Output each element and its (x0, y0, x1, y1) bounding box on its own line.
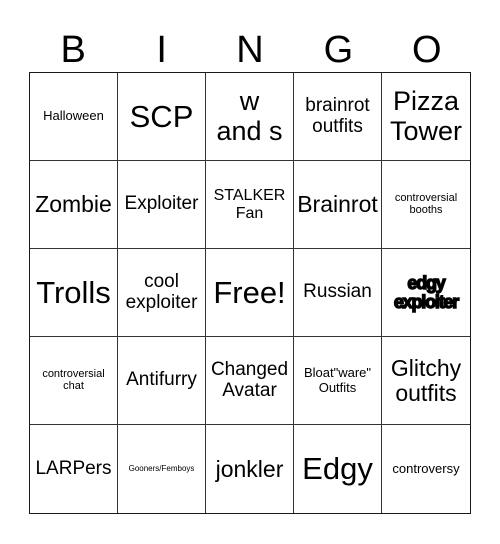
header-letter-n: N (236, 29, 264, 71)
bingo-header: B I N G O (29, 28, 471, 72)
header-letter-b: B (60, 29, 86, 71)
bingo-cell-i1[interactable]: SCP (118, 73, 206, 161)
cell-label: Changed Avatar (210, 358, 289, 401)
header-letter-i: I (156, 29, 167, 71)
header-letter-g: G (323, 29, 354, 71)
cell-label: Trolls (36, 274, 111, 310)
cell-label: Halloween (43, 108, 104, 124)
bingo-cell-i4[interactable]: Antifurry (118, 337, 206, 425)
cell-label: SCP (129, 98, 194, 134)
bingo-cell-n1[interactable]: w and s (206, 73, 294, 161)
bingo-cell-g1[interactable]: brainrot outfits (294, 73, 382, 161)
bingo-cell-b3[interactable]: Trolls (30, 249, 118, 337)
cell-label: LARPers (35, 457, 112, 479)
cell-label: Russian (303, 281, 372, 303)
bingo-cell-o4[interactable]: Glitchy outfits (382, 337, 470, 425)
cell-label: Antifurry (126, 369, 197, 391)
cell-label: controversial booths (394, 191, 458, 216)
cell-label: Gooners/Femboys (128, 463, 195, 473)
bingo-cell-o1[interactable]: Pizza Tower (382, 73, 470, 161)
bingo-cell-n2[interactable]: STALKER Fan (206, 161, 294, 249)
header-letter-o: O (412, 29, 442, 71)
cell-label: jonkler (215, 455, 284, 482)
bingo-cell-o3[interactable]: edgy exploiter (382, 249, 470, 337)
cell-label: Pizza Tower (389, 86, 463, 146)
bingo-cell-b2[interactable]: Zombie (30, 161, 118, 249)
bingo-cell-g3[interactable]: Russian (294, 249, 382, 337)
bingo-cell-i3[interactable]: cool exploiter (118, 249, 206, 337)
cell-label: w and s (216, 86, 283, 146)
bingo-cell-g2[interactable]: Brainrot (294, 161, 382, 249)
cell-label: STALKER Fan (213, 187, 286, 222)
free-space-label: Free! (213, 274, 286, 310)
cell-label: Brainrot (297, 191, 378, 218)
bingo-grid: Halloween SCP w and s brainrot outfits P… (29, 72, 471, 514)
bingo-cell-b4[interactable]: controversial chat (30, 337, 118, 425)
cell-label: Bloat"ware" Outfits (303, 365, 372, 395)
cell-label: controversial chat (42, 367, 105, 392)
bingo-cell-g5[interactable]: Edgy (294, 425, 382, 513)
cell-label: Exploiter (124, 193, 199, 215)
bingo-cell-i2[interactable]: Exploiter (118, 161, 206, 249)
bingo-cell-b5[interactable]: LARPers (30, 425, 118, 513)
cell-label: controversy (392, 460, 460, 476)
cell-label: cool exploiter (125, 270, 198, 313)
cell-label: Glitchy outfits (390, 354, 462, 406)
cell-label: Edgy (302, 451, 373, 487)
bingo-cell-o5[interactable]: controversy (382, 425, 470, 513)
bingo-cell-g4[interactable]: Bloat"ware" Outfits (294, 337, 382, 425)
cell-label: brainrot outfits (305, 94, 370, 137)
bingo-cell-n4[interactable]: Changed Avatar (206, 337, 294, 425)
bingo-cell-free[interactable]: Free! (206, 249, 294, 337)
bingo-cell-i5[interactable]: Gooners/Femboys (118, 425, 206, 513)
cell-label: edgy exploiter (393, 272, 460, 312)
bingo-cell-b1[interactable]: Halloween (30, 73, 118, 161)
cell-label: Zombie (35, 191, 112, 218)
bingo-cell-o2[interactable]: controversial booths (382, 161, 470, 249)
bingo-cell-n5[interactable]: jonkler (206, 425, 294, 513)
